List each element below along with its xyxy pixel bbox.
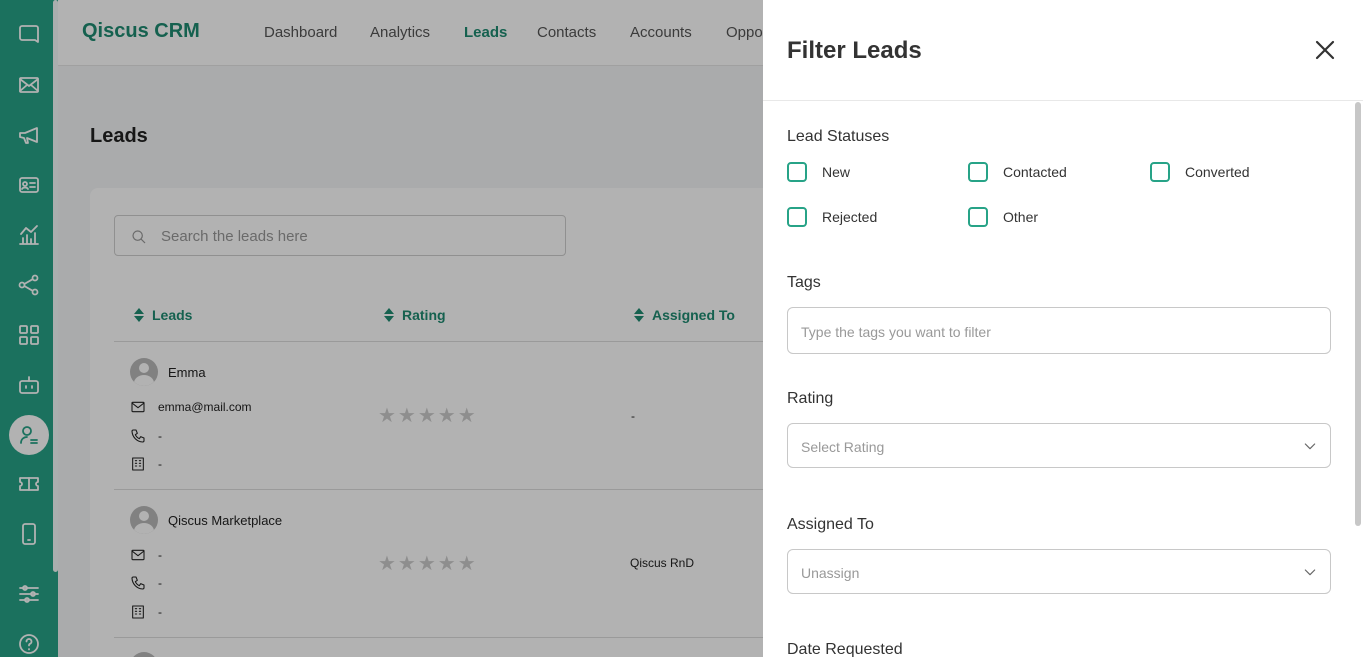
- drawer-title: Filter Leads: [787, 37, 922, 64]
- status-checkbox-converted[interactable]: Converted: [1150, 162, 1250, 182]
- drawer-divider: [763, 100, 1363, 101]
- assigned-to-select[interactable]: Unassign: [787, 549, 1331, 594]
- status-checkbox-contacted[interactable]: Contacted: [968, 162, 1067, 182]
- filter-drawer: Filter Leads Lead Statuses New Contacted…: [763, 0, 1363, 657]
- status-checkbox-other[interactable]: Other: [968, 207, 1038, 227]
- tags-input[interactable]: Type the tags you want to filter: [787, 307, 1331, 354]
- rating-select[interactable]: Select Rating: [787, 423, 1331, 468]
- status-checkbox-rejected[interactable]: Rejected: [787, 207, 877, 227]
- tags-label: Tags: [787, 274, 821, 291]
- drawer-scrollbar[interactable]: [1355, 102, 1361, 526]
- assigned-to-select-value: Unassign: [801, 565, 860, 581]
- date-requested-label: Date Requested: [787, 641, 903, 657]
- tags-placeholder: Type the tags you want to filter: [801, 324, 991, 340]
- status-checkbox-new[interactable]: New: [787, 162, 850, 182]
- close-button[interactable]: [1313, 38, 1337, 62]
- assigned-to-label: Assigned To: [787, 516, 874, 533]
- rating-label: Rating: [787, 390, 834, 407]
- rating-select-value: Select Rating: [801, 439, 885, 455]
- chevron-down-icon: [1302, 564, 1318, 580]
- lead-statuses-label: Lead Statuses: [787, 128, 890, 145]
- chevron-down-icon: [1302, 438, 1318, 454]
- close-icon: [1315, 40, 1335, 60]
